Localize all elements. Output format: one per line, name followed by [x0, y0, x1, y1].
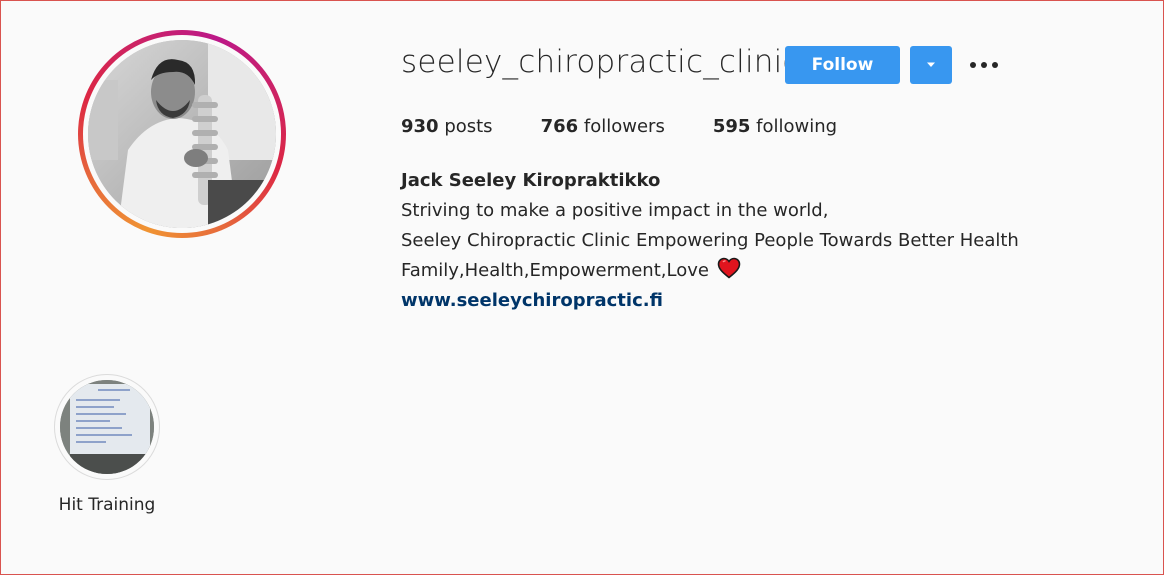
profile-bio: Jack Seeley Kiropraktikko Striving to ma…: [401, 166, 1019, 316]
followers-stat[interactable]: 766 followers: [541, 116, 665, 137]
following-stat[interactable]: 595 following: [713, 116, 837, 137]
posts-count: 930: [401, 116, 439, 137]
following-count: 595: [712, 116, 751, 137]
follow-button[interactable]: Follow: [785, 46, 900, 84]
profile-website-link[interactable]: www.seeleychiropractic.fi: [401, 290, 663, 311]
heart-icon: [717, 257, 741, 279]
more-horizontal-icon: [970, 62, 976, 68]
bio-line-2: Seeley Chiropractic Clinic Empowering Pe…: [401, 230, 1019, 251]
posts-label: posts: [444, 116, 493, 137]
profile-avatar[interactable]: [78, 30, 286, 238]
highlight-cover: [60, 380, 154, 474]
profile-full-name: Jack Seeley Kiropraktikko: [401, 170, 661, 191]
bio-line-3: Family,Health,Empowerment,Love: [401, 260, 709, 281]
following-label: following: [756, 116, 838, 137]
profile-username: seeley_chiropractic_clinic: [401, 44, 800, 80]
chevron-down-icon: [927, 62, 935, 67]
bio-line-3-row: Family,Health,Empowerment,Love: [401, 256, 1019, 286]
followers-label: followers: [583, 116, 665, 137]
highlight-label: Hit Training: [58, 495, 156, 515]
avatar-image: [88, 40, 276, 228]
story-highlight[interactable]: [54, 374, 160, 480]
highlight-whiteboard-image: [60, 380, 154, 474]
bio-line-1: Striving to make a positive impact in th…: [401, 200, 829, 221]
avatar-photo: [88, 40, 276, 228]
suggested-dropdown-button[interactable]: [910, 46, 952, 84]
profile-stats: 930 posts 766 followers 595 following: [401, 116, 885, 137]
posts-stat: 930 posts: [401, 116, 493, 137]
followers-count: 766: [540, 116, 579, 137]
more-options-button[interactable]: [966, 52, 1002, 78]
